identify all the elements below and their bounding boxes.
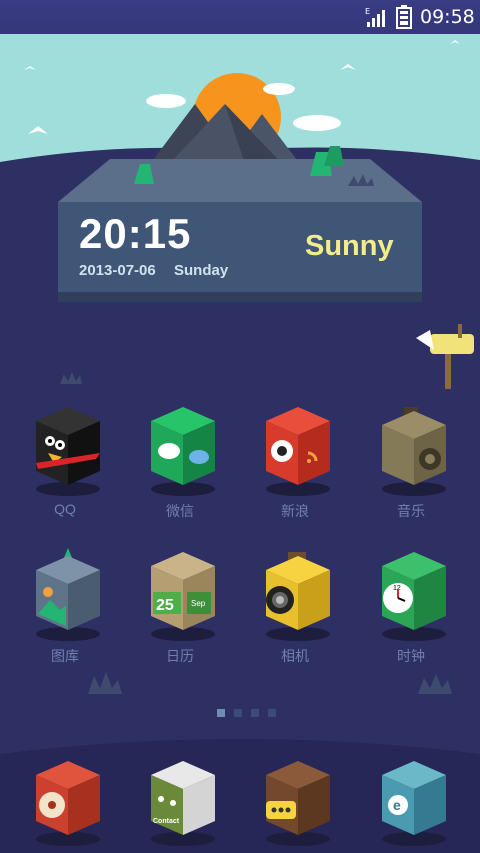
widget-weather: Sunny [305,230,394,262]
app-qq[interactable]: QQ [10,403,120,533]
svg-text:e: e [393,797,401,813]
app-weibo[interactable]: 新浪 [240,403,350,533]
app-label: 音乐 [397,503,425,519]
dock-browser[interactable]: e [356,753,466,848]
svg-text:E: E [365,7,370,16]
app-wechat[interactable]: 微信 [125,403,235,533]
widget-clock: 20:15 [79,210,192,257]
app-camera[interactable]: 相机 [240,548,350,678]
dock-messages[interactable] [240,753,350,848]
app-label: QQ [54,501,76,517]
calendar-day: 25 [156,597,174,614]
widget-day: Sunday [174,262,229,279]
app-label: 时钟 [397,648,425,664]
browser-icon: e [382,761,446,846]
clock-icon: 12 [382,552,446,641]
signal-icon: E [365,7,385,27]
app-gallery[interactable]: 图库 [10,548,120,678]
page-dot[interactable] [217,709,225,717]
page-dot[interactable] [251,709,259,717]
calendar-icon: 25 Sep [151,552,215,641]
camera-icon [266,552,330,641]
svg-text:Contact: Contact [153,818,180,825]
app-label: 微信 [166,503,194,519]
dock-contacts[interactable]: Contact [125,753,235,848]
app-music[interactable]: 音乐 [356,403,466,533]
music-speaker-icon [382,407,446,496]
widget-date: 2013-07-06 [79,262,156,279]
page-dot[interactable] [268,709,276,717]
battery-icon [396,5,412,29]
app-label: 日历 [166,648,194,664]
wechat-icon [151,407,215,496]
app-label: 相机 [281,648,309,664]
app-clock[interactable]: 12 时钟 [356,548,466,678]
phone-dialer-icon [36,761,100,846]
calendar-month: Sep [191,599,206,608]
svg-text:12: 12 [393,585,401,592]
weibo-icon [266,407,330,496]
qq-penguin-icon [36,407,100,496]
app-label: 新浪 [281,503,309,519]
page-dot[interactable] [234,709,242,717]
app-label: 图库 [51,648,79,664]
dock-phone[interactable] [10,753,120,848]
messages-icon [266,761,330,846]
status-bar: E 09:58 [0,0,480,34]
gallery-icon [36,548,100,641]
app-calendar[interactable]: 25 Sep 日历 [125,548,235,678]
status-time: 09:58 [420,6,475,28]
contacts-book-icon: Contact [151,761,215,846]
